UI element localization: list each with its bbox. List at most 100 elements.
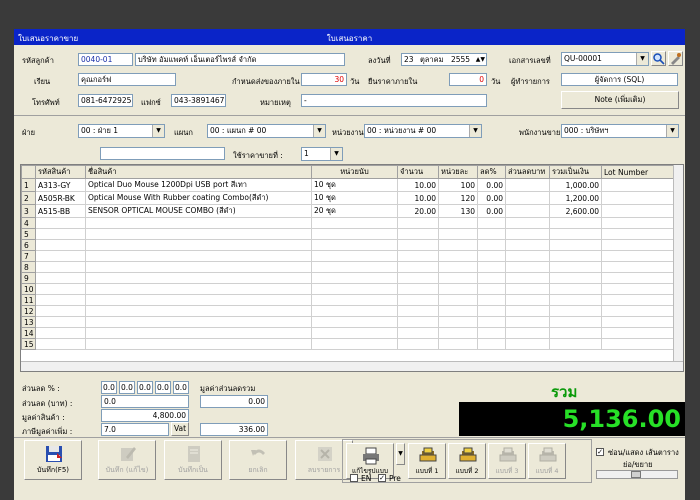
cell-price[interactable] — [438, 305, 478, 317]
date-field[interactable]: 23 ตุลาคม 2555 ▲▼ — [401, 53, 487, 66]
section-combo[interactable]: 00 : แผนก # 00 ▼ — [207, 124, 326, 138]
cell-disc-baht[interactable] — [505, 283, 550, 295]
disc-pct-5[interactable]: 0.0 — [173, 381, 189, 394]
cell-price[interactable] — [438, 338, 478, 350]
cell-unit[interactable]: 10 ชุด — [311, 178, 398, 192]
cell-disc-pct[interactable] — [477, 327, 506, 339]
cell-unit[interactable] — [311, 272, 398, 284]
save-edit-button[interactable]: บันทึก (แก้ไข) — [98, 440, 156, 480]
cell-unit[interactable]: 20 ชุด — [311, 204, 398, 218]
cell-lot[interactable] — [601, 191, 676, 205]
cell-disc-pct[interactable] — [477, 228, 506, 240]
cell-amount[interactable] — [549, 327, 602, 339]
price-level-combo[interactable]: 1 ▼ — [301, 147, 343, 161]
cell-disc-baht[interactable] — [505, 272, 550, 284]
column-header[interactable]: จำนวน — [397, 165, 439, 179]
cell-qty[interactable] — [397, 239, 439, 251]
cell-name[interactable] — [85, 261, 312, 273]
cell-disc-pct[interactable] — [477, 305, 506, 317]
cell-code[interactable] — [35, 261, 86, 273]
customer-code-field[interactable]: 0040-01 — [78, 53, 133, 66]
cell-price[interactable] — [438, 217, 478, 229]
cell-amount[interactable] — [549, 272, 602, 284]
column-header[interactable]: ลด% — [477, 165, 506, 179]
column-header[interactable]: Lot Number — [601, 165, 676, 179]
save-button[interactable]: บันทึก(F5) — [24, 440, 82, 480]
cell-disc-pct[interactable] — [477, 283, 506, 295]
cell-code[interactable] — [35, 294, 86, 306]
table-row[interactable]: 5 — [21, 228, 676, 240]
cell-disc-baht[interactable] — [505, 191, 550, 205]
table-row[interactable]: 7 — [21, 250, 676, 262]
cell-name[interactable] — [85, 316, 312, 328]
cell-qty[interactable]: 10.00 — [397, 178, 439, 192]
cell-lot[interactable] — [601, 294, 676, 306]
disc-pct-2[interactable]: 0.0 — [119, 381, 135, 394]
remark-field[interactable]: - — [301, 94, 487, 107]
cancel-button[interactable]: ยกเลิก — [229, 440, 287, 480]
cell-qty[interactable] — [397, 250, 439, 262]
disc-pct-4[interactable]: 0.0 — [155, 381, 171, 394]
cell-code[interactable] — [35, 217, 86, 229]
cell-amount[interactable]: 2,600.00 — [549, 204, 602, 218]
cell-disc-baht[interactable] — [505, 294, 550, 306]
table-row[interactable]: 15 — [21, 338, 676, 350]
cell-price[interactable]: 120 — [438, 191, 478, 205]
cell-code[interactable] — [35, 327, 86, 339]
cell-disc-baht[interactable] — [505, 217, 550, 229]
cell-amount[interactable]: 1,000.00 — [549, 178, 602, 192]
cell-disc-baht[interactable] — [505, 305, 550, 317]
cell-name[interactable] — [85, 250, 312, 262]
cell-unit[interactable] — [311, 338, 398, 350]
cell-disc-pct[interactable]: 0.00 — [477, 178, 506, 192]
customer-name-field[interactable]: บริษัท อัมแพคท์ เอ็นเตอร์ไพรส์ จำกัด — [135, 53, 345, 66]
cell-unit[interactable] — [311, 228, 398, 240]
cell-code[interactable] — [35, 272, 86, 284]
cell-qty[interactable]: 20.00 — [397, 204, 439, 218]
cell-disc-pct[interactable] — [477, 261, 506, 273]
table-row[interactable]: 6 — [21, 239, 676, 251]
cell-name[interactable]: Optical Mouse With Rubber coating Combo(… — [85, 191, 312, 205]
cell-disc-pct[interactable]: 0.00 — [477, 191, 506, 205]
cell-price[interactable] — [438, 283, 478, 295]
cell-disc-baht[interactable] — [505, 338, 550, 350]
print-form-4-button[interactable]: แบบที่ 4 — [528, 443, 566, 479]
table-row[interactable]: 14 — [21, 327, 676, 339]
cell-name[interactable]: Optical Duo Mouse 1200Dpi USB port สีเทา — [85, 178, 312, 192]
attn-field[interactable]: คุณกอร์ฟ — [78, 73, 176, 86]
pre-checkbox[interactable]: ✓ — [378, 474, 386, 482]
cell-unit[interactable] — [311, 283, 398, 295]
search-button[interactable] — [651, 51, 666, 66]
table-row[interactable]: 11 — [21, 294, 676, 306]
cell-disc-pct[interactable] — [477, 250, 506, 262]
cell-lot[interactable] — [601, 178, 676, 192]
cell-qty[interactable] — [397, 283, 439, 295]
cell-qty[interactable] — [397, 217, 439, 229]
cell-lot[interactable] — [601, 204, 676, 218]
cell-qty[interactable] — [397, 338, 439, 350]
phone-field[interactable]: 081-6472925 — [78, 94, 133, 107]
show-lines-checkbox[interactable]: ✓ — [596, 448, 604, 456]
cell-amount[interactable] — [549, 217, 602, 229]
en-checkbox[interactable] — [350, 474, 358, 482]
cell-lot[interactable] — [601, 283, 676, 295]
cell-qty[interactable] — [397, 272, 439, 284]
cell-amount[interactable] — [549, 294, 602, 306]
cell-amount[interactable]: 1,200.00 — [549, 191, 602, 205]
print-menu-button[interactable]: ▼ — [396, 443, 405, 465]
cell-unit[interactable] — [311, 217, 398, 229]
cell-name[interactable] — [85, 338, 312, 350]
cell-name[interactable] — [85, 217, 312, 229]
table-row[interactable]: 13 — [21, 316, 676, 328]
cell-price[interactable] — [438, 261, 478, 273]
cell-name[interactable] — [85, 239, 312, 251]
cell-code[interactable]: A505R-BK — [35, 191, 86, 205]
table-row[interactable]: 3 A515-BB SENSOR OPTICAL MOUSE COMBO (สีดำ… — [21, 204, 676, 218]
slider-thumb[interactable] — [631, 471, 641, 478]
cell-disc-baht[interactable] — [505, 178, 550, 192]
cell-qty[interactable] — [397, 261, 439, 273]
delivery-days-field[interactable]: 30 — [301, 73, 347, 86]
print-form-2-button[interactable]: แบบที่ 2 — [448, 443, 486, 479]
cell-lot[interactable] — [601, 272, 676, 284]
table-row[interactable]: 12 — [21, 305, 676, 317]
